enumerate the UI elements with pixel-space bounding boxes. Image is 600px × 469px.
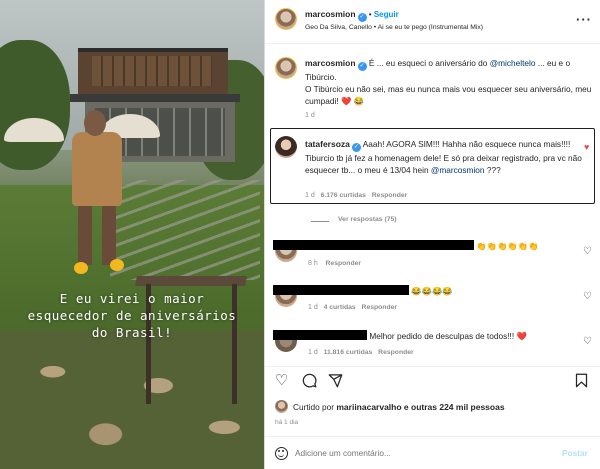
caption: marcosmion ✓ É ... eu esqueci o aniversár… bbox=[305, 57, 590, 83]
avatar[interactable] bbox=[275, 400, 288, 413]
post-time[interactable]: há 1 dia bbox=[275, 419, 298, 426]
avatar[interactable] bbox=[275, 57, 297, 79]
highlighted-comment: tatafersoza ✓ Aaah! AGORA SIM!!! Hahha nã… bbox=[305, 138, 583, 176]
comment-text: 👏👏👏👏👏👏 bbox=[476, 241, 539, 251]
post-panel: marcosmion ✓ • Seguir Geo Da Silva, Canel… bbox=[265, 0, 600, 469]
share-icon[interactable] bbox=[328, 373, 343, 391]
heart-icon[interactable]: ♡ bbox=[583, 246, 592, 257]
redacted-username bbox=[273, 240, 372, 250]
reply-button[interactable]: Responder bbox=[326, 260, 362, 267]
comment-time: 8 h bbox=[308, 260, 318, 267]
comment-icon[interactable] bbox=[302, 373, 317, 391]
comment-username[interactable]: tatafersoza bbox=[305, 139, 350, 149]
comment-meta: 1 d 6.176 curtidas Responder bbox=[305, 192, 407, 199]
post-header: marcosmion ✓ • Seguir Geo Da Silva, Canel… bbox=[265, 0, 600, 44]
redacted-username bbox=[273, 330, 367, 340]
post-subtitle[interactable]: Geo Da Silva, Canello • Ai se eu te pego… bbox=[305, 24, 483, 31]
emoji-icon[interactable] bbox=[275, 447, 288, 460]
redacted-username bbox=[372, 240, 474, 250]
avatar[interactable] bbox=[275, 136, 297, 158]
reply-button[interactable]: Responder bbox=[362, 304, 398, 311]
caption-line-2: O Tibúrcio eu não sei, mas eu nunca mais… bbox=[305, 84, 592, 106]
comment-likes[interactable]: 4 curtidas bbox=[324, 304, 356, 311]
username-link[interactable]: marcosmion bbox=[305, 9, 356, 19]
comment-time: 1 d bbox=[305, 192, 315, 199]
media-pavers bbox=[0, 330, 264, 469]
like-icon[interactable]: ♡ bbox=[275, 373, 288, 388]
comment-icon-svg bbox=[302, 373, 317, 388]
caption-time: 1 d bbox=[305, 112, 315, 119]
replies-line bbox=[311, 221, 329, 222]
comment-input[interactable] bbox=[295, 445, 545, 461]
likes-suffix[interactable]: e outras 224 mil pessoas bbox=[402, 402, 505, 412]
post-author: marcosmion ✓ • Seguir bbox=[305, 9, 399, 22]
verified-icon: ✓ bbox=[351, 143, 361, 152]
heart-icon[interactable]: ♡ bbox=[583, 336, 592, 347]
comment-meta: 1 d 11.816 curtidas Responder bbox=[308, 349, 414, 356]
media-shoe bbox=[74, 262, 88, 274]
comment-mention[interactable]: @marcosmion bbox=[431, 165, 485, 175]
liked-by-user[interactable]: mariinacarvalho bbox=[336, 402, 401, 412]
caption-text: É ... eu esqueci o aniversário do bbox=[368, 58, 490, 68]
save-icon-svg bbox=[575, 373, 588, 388]
media-steps bbox=[110, 180, 260, 280]
media-person-head bbox=[84, 110, 106, 136]
likes-summary: Curtido por mariinacarvalho e outras 224… bbox=[293, 402, 505, 412]
media-overlay-text: E eu virei o maior esquecedor de anivers… bbox=[27, 291, 237, 340]
verified-icon: ✓ bbox=[357, 13, 367, 22]
reply-button[interactable]: Responder bbox=[378, 349, 414, 356]
comment-likes[interactable]: 11.816 curtidas bbox=[324, 349, 373, 356]
media-table bbox=[135, 276, 247, 286]
comment-likes[interactable]: 6.176 curtidas bbox=[321, 192, 366, 199]
comment-text-end: ??? bbox=[484, 165, 501, 175]
more-options-icon[interactable]: ··· bbox=[576, 12, 592, 27]
share-icon-svg bbox=[328, 374, 343, 388]
post-media[interactable]: E eu virei o maior esquecedor de anivers… bbox=[0, 0, 264, 469]
media-house-floor bbox=[70, 94, 240, 102]
caption-mention[interactable]: @micheltelo bbox=[490, 58, 536, 68]
save-icon[interactable] bbox=[574, 373, 589, 391]
comment: Melhor pedido de desculpas de todos!!! ❤… bbox=[273, 330, 527, 342]
comment: 👏👏👏👏👏👏 bbox=[273, 240, 538, 252]
comment-text: Melhor pedido de desculpas de todos!!! ❤… bbox=[369, 331, 527, 341]
redacted-username bbox=[273, 285, 409, 295]
post-comment-button[interactable]: Postar bbox=[562, 448, 588, 458]
media-shoe bbox=[110, 259, 124, 271]
likes-prefix: Curtido por bbox=[293, 402, 337, 412]
comment-meta: 8 h Responder bbox=[308, 260, 361, 267]
comment-time: 1 d bbox=[308, 304, 318, 311]
comment: 😂😂😂😂 bbox=[273, 285, 453, 297]
caption-username[interactable]: marcosmion bbox=[305, 58, 356, 68]
avatar[interactable] bbox=[275, 8, 297, 30]
media-tree bbox=[0, 40, 70, 170]
verified-icon: ✓ bbox=[357, 62, 367, 71]
media-house-windows bbox=[92, 56, 212, 86]
view-replies-button[interactable]: Ver respostas (75) bbox=[338, 216, 397, 223]
media-person bbox=[72, 132, 122, 206]
comment-text: 😂😂😂😂 bbox=[411, 286, 453, 296]
heart-icon[interactable]: ♡ bbox=[583, 291, 592, 302]
comment-meta: 1 d 4 curtidas Responder bbox=[308, 304, 397, 311]
reply-button[interactable]: Responder bbox=[372, 192, 408, 199]
media-person-legs bbox=[78, 205, 116, 265]
heart-filled-icon[interactable]: ♥ bbox=[584, 142, 589, 152]
follow-button[interactable]: Seguir bbox=[374, 10, 399, 19]
comment-time: 1 d bbox=[308, 349, 318, 356]
